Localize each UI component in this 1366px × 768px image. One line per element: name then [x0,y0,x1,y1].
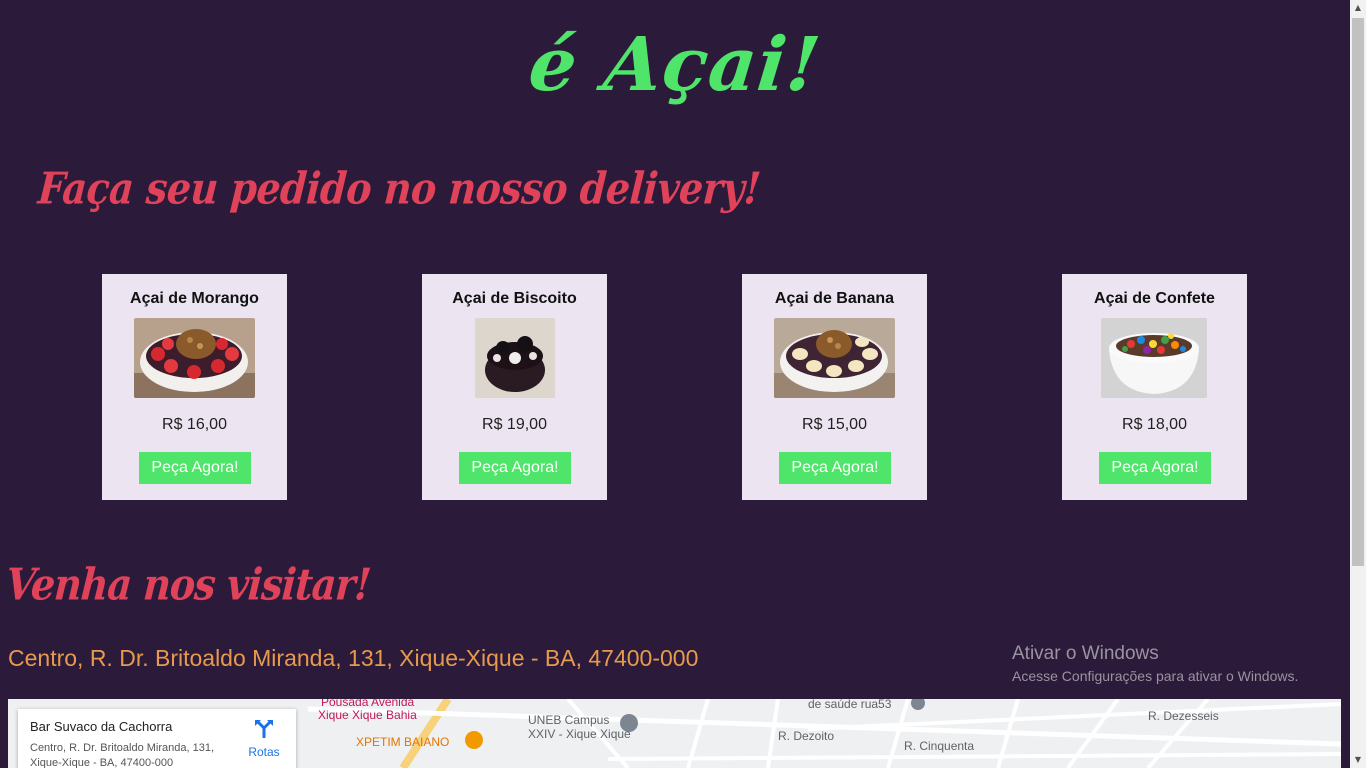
product-card-confete: Açai de Confete R$ 18,00 Peça Agora! [1062,274,1247,500]
scroll-down-icon[interactable]: ▼ [1350,752,1366,768]
map-label: R. Dezesseis [1148,709,1219,723]
scroll-up-icon[interactable]: ▲ [1350,0,1366,16]
product-card-morango: Açai de Morango R$ 16,00 Peça Agora! [102,274,287,500]
product-card-biscoito: Açai de Biscoito R$ 19,00 Peça Agora! [422,274,607,500]
product-card-banana: Açai de Banana R$ 15,00 Peça Agora! [742,274,927,500]
order-button-biscoito[interactable]: Peça Agora! [459,452,571,484]
product-price: R$ 18,00 [1122,416,1187,433]
map-label: de saúde rua53 [808,699,892,711]
windows-activation-subtitle: Acesse Configurações para ativar o Windo… [1012,668,1299,684]
directions-label: Rotas [248,745,280,759]
product-image-biscoito [475,318,555,398]
product-title: Açai de Morango [130,290,259,307]
product-price: R$ 16,00 [162,416,227,433]
directions-icon [255,720,273,738]
map-label: Xique Xique Bahia [318,708,417,722]
product-image-morango [134,318,255,398]
store-address: Centro, R. Dr. Britoaldo Miranda, 131, X… [8,645,699,671]
map-label: R. Dezoito [778,729,835,743]
product-title: Açai de Biscoito [452,290,577,307]
product-price: R$ 19,00 [482,416,547,433]
map-directions-button[interactable]: Rotas [240,719,288,759]
scrollbar-thumb[interactable] [1352,18,1364,566]
order-button-morango[interactable]: Peça Agora! [139,452,251,484]
map-place-name: Bar Suvaco da Cachorra [30,719,173,734]
page: é Açai! Faça seu pedido no nosso deliver… [0,0,1350,768]
map-place-card: Bar Suvaco da Cachorra Centro, R. Dr. Br… [18,709,296,768]
map-place-address: Centro, R. Dr. Britoaldo Miranda, 131, X… [30,742,215,768]
embedded-map[interactable]: Pousada Avenida Xique Xique Bahia XPETIM… [8,699,1341,768]
order-button-banana[interactable]: Peça Agora! [779,452,891,484]
map-label: XXIV - Xique Xique [528,727,631,741]
product-title: Açai de Banana [774,290,895,307]
map-label: R. Cinquenta [904,739,975,753]
vertical-scrollbar[interactable]: ▲ ▼ [1350,0,1366,768]
site-logo: é Açai! [525,22,825,108]
delivery-heading: Faça seu pedido no nosso delivery! [36,162,763,214]
product-title: Açai de Confete [1094,290,1215,307]
product-image-confete [1101,318,1207,398]
map-label: XPETIM BAIANO [356,735,450,749]
product-image-banana [774,318,895,398]
product-price: R$ 15,00 [802,416,867,433]
order-button-confete[interactable]: Peça Agora! [1099,452,1211,484]
windows-activation-title: Ativar o Windows [1012,643,1159,664]
map-label: UNEB Campus [528,713,610,727]
visit-heading: Venha nos visitar! [4,558,373,610]
